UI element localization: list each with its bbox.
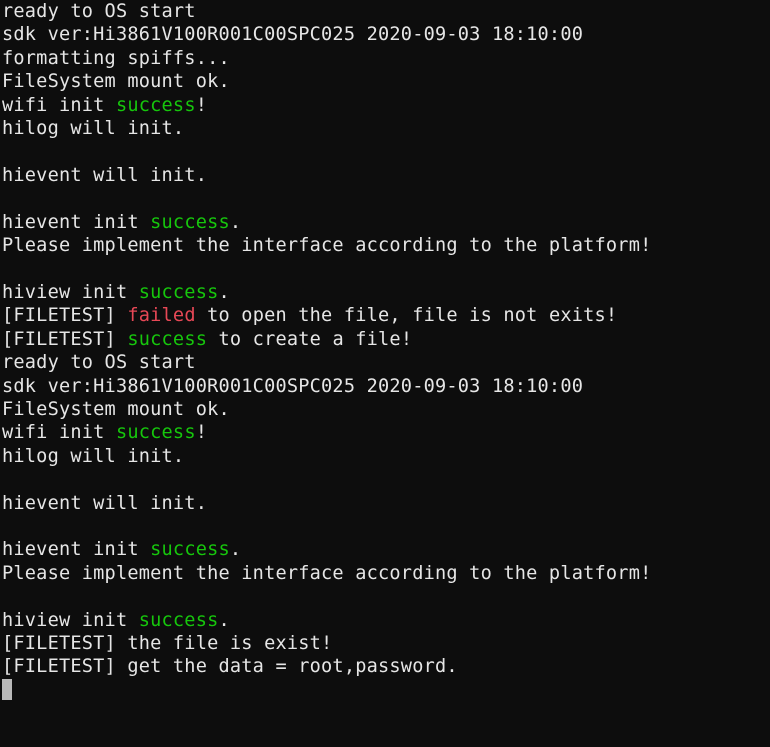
terminal-segment: sdk ver:Hi3861V100R001C00SPC025 2020-09-… bbox=[2, 376, 583, 397]
terminal-line: formatting spiffs... bbox=[2, 47, 768, 70]
terminal-line: hiview init success. bbox=[2, 609, 768, 632]
terminal-segment: success bbox=[116, 95, 196, 116]
terminal-segment: ready to OS start bbox=[2, 1, 196, 22]
terminal-segment: ! bbox=[196, 422, 207, 443]
terminal-segment: success bbox=[150, 212, 230, 233]
terminal-segment: [FILETEST] bbox=[2, 329, 127, 350]
terminal-line: hievent init success. bbox=[2, 211, 768, 234]
terminal-segment: to open the file, file is not exits! bbox=[196, 305, 618, 326]
terminal-line: [FILETEST] success to create a file! bbox=[2, 328, 768, 351]
terminal-line: hievent will init. bbox=[2, 492, 768, 515]
terminal-line: sdk ver:Hi3861V100R001C00SPC025 2020-09-… bbox=[2, 375, 768, 398]
terminal-segment: [FILETEST] bbox=[2, 305, 127, 326]
terminal-segment: hilog will init. bbox=[2, 118, 184, 139]
terminal-segment: Please implement the interface according… bbox=[2, 563, 651, 584]
terminal-line: hievent init success. bbox=[2, 538, 768, 561]
terminal-line: sdk ver:Hi3861V100R001C00SPC025 2020-09-… bbox=[2, 23, 768, 46]
terminal-line: FileSystem mount ok. bbox=[2, 70, 768, 93]
terminal-segment: hievent init bbox=[2, 539, 150, 560]
terminal-line bbox=[2, 515, 768, 538]
terminal-segment: hievent init bbox=[2, 212, 150, 233]
terminal-output: ready to OS startsdk ver:Hi3861V100R001C… bbox=[0, 0, 770, 703]
terminal-line: [FILETEST] the file is exist! bbox=[2, 632, 768, 655]
terminal-segment: . bbox=[230, 539, 241, 560]
terminal-segment: [FILETEST] the file is exist! bbox=[2, 633, 332, 654]
terminal-line bbox=[2, 140, 768, 163]
terminal-segment: wifi init bbox=[2, 95, 116, 116]
terminal-line: hilog will init. bbox=[2, 117, 768, 140]
terminal-segment: success bbox=[139, 610, 219, 631]
terminal-segment: FileSystem mount ok. bbox=[2, 71, 230, 92]
terminal-segment: ! bbox=[196, 95, 207, 116]
terminal-segment: formatting spiffs... bbox=[2, 48, 230, 69]
terminal-segment: hilog will init. bbox=[2, 446, 184, 467]
terminal-line: ready to OS start bbox=[2, 351, 768, 374]
terminal-line: [FILETEST] failed to open the file, file… bbox=[2, 304, 768, 327]
terminal-segment: success bbox=[127, 329, 207, 350]
terminal-segment: FileSystem mount ok. bbox=[2, 399, 230, 420]
terminal-line: FileSystem mount ok. bbox=[2, 398, 768, 421]
terminal-line bbox=[2, 187, 768, 210]
terminal-line: [FILETEST] get the data = root,password. bbox=[2, 655, 768, 678]
terminal-segment: sdk ver:Hi3861V100R001C00SPC025 2020-09-… bbox=[2, 24, 583, 45]
terminal-line bbox=[2, 257, 768, 280]
cursor-icon bbox=[2, 679, 12, 700]
terminal-segment: wifi init bbox=[2, 422, 116, 443]
terminal-segment: [FILETEST] get the data = root,password. bbox=[2, 656, 458, 677]
terminal-line: Please implement the interface according… bbox=[2, 234, 768, 257]
terminal-line: wifi init success! bbox=[2, 94, 768, 117]
terminal-segment: . bbox=[230, 212, 241, 233]
terminal-line: wifi init success! bbox=[2, 421, 768, 444]
terminal-segment: failed bbox=[127, 305, 195, 326]
terminal-segment: ready to OS start bbox=[2, 352, 196, 373]
terminal-segment: hiview init bbox=[2, 610, 139, 631]
terminal-line: ready to OS start bbox=[2, 0, 768, 23]
terminal-line: hiview init success. bbox=[2, 281, 768, 304]
terminal-segment: Please implement the interface according… bbox=[2, 235, 651, 256]
terminal-segment: to create a file! bbox=[207, 329, 412, 350]
terminal-line bbox=[2, 468, 768, 491]
terminal-segment: . bbox=[219, 610, 230, 631]
terminal-line: hievent will init. bbox=[2, 164, 768, 187]
terminal-segment: hiview init bbox=[2, 282, 139, 303]
terminal-line: Please implement the interface according… bbox=[2, 562, 768, 585]
terminal-segment: success bbox=[150, 539, 230, 560]
terminal-segment: success bbox=[139, 282, 219, 303]
terminal-segment: hievent will init. bbox=[2, 165, 207, 186]
terminal-segment: hievent will init. bbox=[2, 493, 207, 514]
terminal-segment: . bbox=[219, 282, 230, 303]
terminal-cursor-line bbox=[2, 679, 768, 703]
terminal-line: hilog will init. bbox=[2, 445, 768, 468]
terminal-line bbox=[2, 585, 768, 608]
terminal-segment: success bbox=[116, 422, 196, 443]
